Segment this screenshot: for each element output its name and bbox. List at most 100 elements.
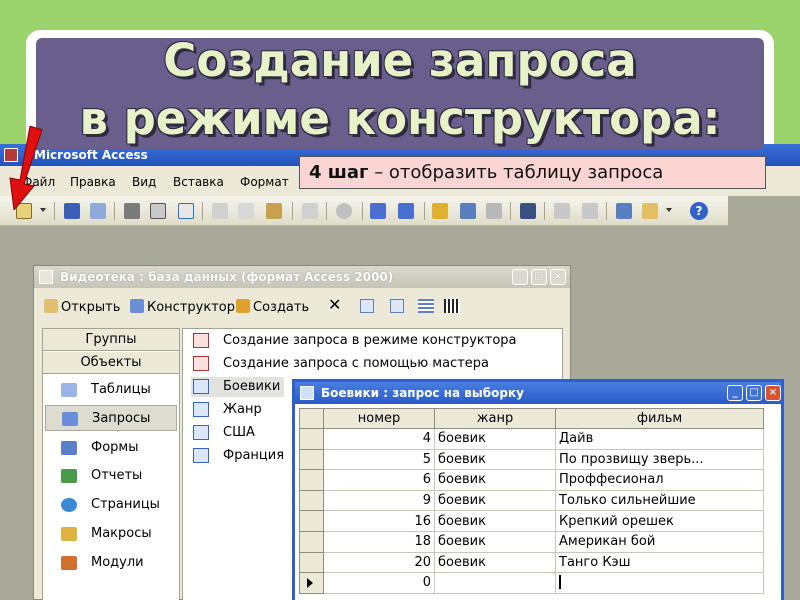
cell-number[interactable]: 9 <box>323 489 435 512</box>
query-item-boeviki[interactable]: Боевики <box>191 377 285 397</box>
cell-genre[interactable]: боевик <box>434 510 556 532</box>
file-search-icon[interactable] <box>90 203 106 219</box>
menu-format[interactable]: Формат <box>240 175 289 189</box>
delete-icon[interactable]: ✕ <box>328 295 341 314</box>
create-button[interactable]: Создать <box>236 299 309 315</box>
office-links-icon[interactable] <box>336 203 352 219</box>
query-item-label: Боевики <box>223 379 281 394</box>
query-item-label: Создание запроса с помощью мастера <box>223 356 489 371</box>
cell-film[interactable]: Проффесионал <box>555 469 764 491</box>
spelling-icon[interactable] <box>178 203 194 219</box>
find-icon[interactable] <box>520 203 536 219</box>
cell-number[interactable]: 20 <box>323 551 435 574</box>
column-header[interactable]: жанр <box>434 408 556 429</box>
list-view-icon[interactable] <box>418 299 434 313</box>
cell-film[interactable]: Крепкий орешек <box>555 510 764 532</box>
cell-genre[interactable]: боевик <box>434 489 556 512</box>
sort-descending-icon[interactable] <box>398 203 414 219</box>
database-window-icon[interactable] <box>616 203 632 219</box>
new-record-icon[interactable] <box>554 203 570 219</box>
cell-number[interactable]: 4 <box>323 428 435 450</box>
object-tables[interactable]: Таблицы <box>45 377 177 403</box>
toolbar-separator <box>424 202 425 220</box>
column-header[interactable]: фильм <box>555 408 764 429</box>
cell-film[interactable]: Дайв <box>555 428 764 450</box>
cut-icon[interactable] <box>212 203 228 219</box>
groups-button[interactable]: Группы <box>43 329 179 351</box>
menu-edit[interactable]: Правка <box>70 175 116 189</box>
cell-number[interactable]: 16 <box>323 510 435 532</box>
cell-film[interactable] <box>555 572 764 594</box>
cell-genre[interactable]: боевик <box>434 551 556 574</box>
row-selector[interactable] <box>299 489 324 512</box>
save-icon[interactable] <box>64 203 80 219</box>
undo-icon[interactable] <box>302 203 318 219</box>
objects-button[interactable]: Объекты <box>43 352 179 374</box>
row-selector[interactable] <box>299 428 324 450</box>
print-preview-icon[interactable] <box>150 203 166 219</box>
large-icons-icon[interactable] <box>360 299 374 313</box>
query-item-design[interactable]: Создание запроса в режиме конструктора <box>191 331 517 351</box>
apply-filter-icon[interactable] <box>486 203 502 219</box>
design-button[interactable]: Конструктор <box>130 299 235 315</box>
query-window-titlebar[interactable]: Боевики : запрос на выборку _ □ × <box>295 382 781 404</box>
object-pages[interactable]: Страницы <box>45 492 177 518</box>
select-all-corner[interactable] <box>299 408 324 429</box>
cell-number[interactable]: 6 <box>323 469 435 491</box>
query-datasheet: номер жанр фильм 4 боевик Дайв 5 боевик По п… <box>299 408 764 594</box>
object-reports[interactable]: Отчеты <box>45 463 177 489</box>
menu-insert[interactable]: Вставка <box>173 175 224 189</box>
row-selector[interactable] <box>299 510 324 532</box>
sort-ascending-icon[interactable] <box>370 203 386 219</box>
close-icon[interactable]: × <box>765 385 781 401</box>
query-item-zhanr[interactable]: Жанр <box>191 400 262 420</box>
print-icon[interactable] <box>124 203 140 219</box>
toolbar-separator <box>292 202 293 220</box>
row-selector[interactable] <box>299 551 324 574</box>
maximize-icon[interactable]: □ <box>746 385 762 401</box>
copy-icon[interactable] <box>238 203 254 219</box>
cell-genre[interactable] <box>434 572 556 594</box>
cell-number[interactable]: 18 <box>323 530 435 553</box>
delete-record-icon[interactable] <box>582 203 598 219</box>
cell-genre[interactable]: боевик <box>434 530 556 553</box>
row-selector[interactable] <box>299 469 324 491</box>
details-view-icon[interactable] <box>444 299 460 313</box>
object-forms[interactable]: Формы <box>45 435 177 461</box>
filter-by-form-icon[interactable] <box>460 203 476 219</box>
new-object-icon[interactable] <box>642 203 658 219</box>
cell-number[interactable]: 0 <box>323 572 435 594</box>
filter-by-selection-icon[interactable] <box>432 203 448 219</box>
design-icon <box>130 299 144 313</box>
new-object-dropdown-icon[interactable] <box>666 208 672 212</box>
menu-view[interactable]: Вид <box>132 175 156 189</box>
row-selector[interactable] <box>299 448 324 471</box>
close-icon[interactable]: × <box>550 269 566 285</box>
cell-number[interactable]: 5 <box>323 448 435 471</box>
minimize-icon[interactable]: _ <box>512 269 528 285</box>
database-window-titlebar[interactable]: Видеотека : база данных (формат Access 2… <box>34 266 570 288</box>
paste-icon[interactable] <box>266 203 282 219</box>
open-button[interactable]: Открыть <box>44 299 120 315</box>
object-queries[interactable]: Запросы <box>45 405 177 431</box>
create-label: Создать <box>253 300 310 315</box>
cell-film[interactable]: По прозвищу зверь... <box>555 448 764 471</box>
cell-film[interactable]: Танго Кэш <box>555 551 764 574</box>
query-item-wizard[interactable]: Создание запроса с помощью мастера <box>191 354 489 374</box>
cell-film[interactable]: Американ бой <box>555 530 764 553</box>
cell-genre[interactable]: боевик <box>434 469 556 491</box>
current-record-selector[interactable] <box>299 572 324 594</box>
small-icons-icon[interactable] <box>390 299 404 313</box>
row-selector[interactable] <box>299 530 324 553</box>
cell-genre[interactable]: боевик <box>434 428 556 450</box>
help-icon[interactable]: ? <box>690 202 708 220</box>
maximize-icon[interactable]: □ <box>531 269 547 285</box>
column-header[interactable]: номер <box>323 408 435 429</box>
cell-film[interactable]: Только сильнейшие <box>555 489 764 512</box>
minimize-icon[interactable]: _ <box>727 385 743 401</box>
object-macros[interactable]: Макросы <box>45 521 177 547</box>
cell-genre[interactable]: боевик <box>434 448 556 471</box>
query-item-usa[interactable]: США <box>191 423 255 443</box>
object-modules[interactable]: Модули <box>45 550 177 576</box>
query-item-france[interactable]: Франция <box>191 446 284 466</box>
